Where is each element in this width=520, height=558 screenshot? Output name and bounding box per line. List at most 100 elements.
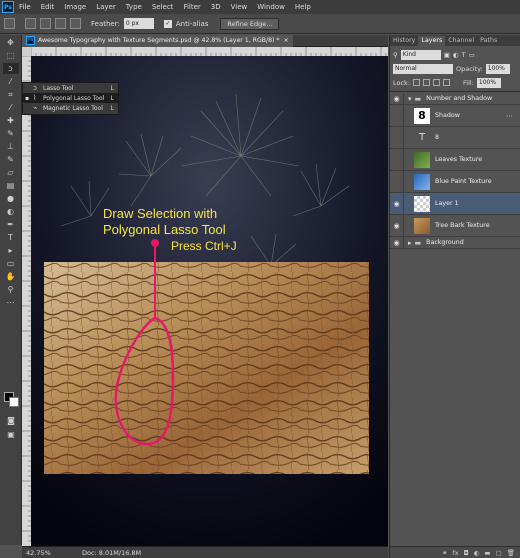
lock-all-icon[interactable] — [443, 79, 451, 86]
filter-adjustment-icon[interactable]: ◐ — [453, 51, 459, 59]
eye-icon[interactable]: ◉ — [390, 237, 404, 248]
blur-tool-icon[interactable]: ● — [3, 193, 19, 204]
pen-tool-icon[interactable]: ✒ — [3, 219, 19, 230]
brush-tool-icon[interactable]: ✎ — [3, 128, 19, 139]
flyout-item-lasso[interactable]: ↄ Lasso Tool L — [23, 83, 118, 93]
type-tool-icon[interactable]: T — [3, 232, 19, 243]
layer-leaves-texture[interactable]: Leaves Texture — [390, 149, 520, 171]
healing-brush-tool-icon[interactable]: ✚ — [3, 115, 19, 126]
more-tools-icon[interactable]: ⋯ — [3, 297, 19, 308]
document-tab[interactable]: Ps Awesome Typography with Texture Segme… — [22, 34, 293, 47]
horizontal-ruler[interactable] — [30, 47, 388, 56]
ruler-ticks — [30, 47, 387, 56]
menu-select[interactable]: Select — [147, 3, 179, 11]
layer-group-background[interactable]: ◉ ▸ ▬ Background — [390, 237, 520, 249]
eye-icon[interactable]: ◉ — [390, 193, 404, 214]
eye-icon[interactable]: ◉ — [390, 215, 404, 236]
antialias-checkbox[interactable]: ✓ — [163, 19, 172, 28]
dodge-tool-icon[interactable]: ◐ — [3, 206, 19, 217]
search-icon: ⚲ — [393, 50, 398, 59]
filter-shape-icon[interactable]: ▭ — [469, 51, 475, 59]
lock-transparency-icon[interactable] — [413, 79, 421, 86]
eye-icon[interactable]: ◉ — [390, 93, 404, 104]
layer-thumbnail — [414, 173, 430, 190]
menu-help[interactable]: Help — [290, 3, 316, 11]
close-icon[interactable]: × — [284, 37, 289, 44]
fill-input[interactable]: 100% — [476, 77, 501, 88]
tab-layers[interactable]: Layers — [418, 36, 446, 46]
move-tool-icon[interactable]: ✥ — [3, 37, 19, 48]
layer-group-number-and-shadow[interactable]: ◉ ▾ ▬ Number and Shadow — [390, 93, 520, 105]
tool-preset-icon[interactable] — [4, 18, 15, 29]
lasso-tool-icon[interactable]: ↄ — [2, 63, 19, 74]
menu-view[interactable]: View — [226, 3, 253, 11]
layer-shadow[interactable]: 8 Shadow ⋯ — [390, 105, 520, 127]
menu-filter[interactable]: Filter — [178, 3, 205, 11]
type-layer-icon: T — [418, 132, 426, 143]
eyedropper-tool-icon[interactable]: ⁄ — [3, 102, 19, 113]
blend-mode-select[interactable]: Normal — [393, 63, 453, 74]
eye-icon[interactable] — [390, 105, 404, 126]
hand-tool-icon[interactable]: ✋ — [3, 271, 19, 282]
link-layers-icon[interactable]: ⚭ — [442, 549, 447, 557]
layer-effects-icon[interactable]: ⋯ — [506, 112, 513, 120]
kind-filter-select[interactable]: Kind — [400, 49, 441, 60]
background-color-swatch[interactable] — [9, 397, 19, 407]
new-group-icon[interactable]: ▬ — [484, 549, 490, 557]
new-selection-icon[interactable] — [25, 18, 36, 29]
document-size-info[interactable]: Doc: 8.01M/16.8M — [50, 549, 141, 557]
history-brush-tool-icon[interactable]: ✎ — [3, 154, 19, 165]
feather-input[interactable]: 0 px — [123, 18, 154, 29]
eye-icon[interactable] — [390, 171, 404, 192]
lock-pixels-icon[interactable] — [423, 79, 431, 86]
tab-history[interactable]: History — [390, 36, 418, 46]
layer-blue-paint-texture[interactable]: Blue Paint Texture — [390, 171, 520, 193]
tab-paths[interactable]: Paths — [477, 36, 500, 46]
menu-edit[interactable]: Edit — [36, 3, 60, 11]
add-style-icon[interactable]: fx — [452, 549, 458, 557]
refine-edge-button[interactable]: Refine Edge... — [220, 17, 280, 30]
eye-icon[interactable] — [390, 127, 404, 148]
menu-3d[interactable]: 3D — [206, 3, 226, 11]
shape-tool-icon[interactable]: ▭ — [3, 258, 19, 269]
expand-arrow-icon[interactable]: ▾ — [408, 95, 412, 103]
subtract-selection-icon[interactable] — [55, 18, 66, 29]
clone-stamp-tool-icon[interactable]: ⊥ — [3, 141, 19, 152]
menu-window[interactable]: Window — [252, 3, 290, 11]
eraser-tool-icon[interactable]: ▱ — [3, 167, 19, 178]
ruler-corner[interactable] — [22, 47, 31, 56]
eye-icon[interactable] — [390, 149, 404, 170]
layer-layer-1[interactable]: ◉ Layer 1 — [390, 193, 520, 215]
vertical-ruler[interactable] — [22, 55, 31, 546]
marquee-tool-icon[interactable]: ⬚ — [3, 50, 19, 61]
new-layer-icon[interactable]: ▢ — [496, 549, 502, 557]
add-selection-icon[interactable] — [40, 18, 51, 29]
quick-selection-tool-icon[interactable]: ⁄ — [3, 76, 19, 87]
collapse-arrow-icon[interactable]: ▸ — [408, 239, 412, 247]
canvas[interactable]: Draw Selection with Polygonal Lasso Tool… — [31, 56, 388, 546]
layer-text-8[interactable]: T 8 — [390, 127, 520, 149]
add-mask-icon[interactable]: ◘ — [464, 549, 469, 557]
tab-channels[interactable]: Channel — [445, 36, 477, 46]
intersect-selection-icon[interactable] — [70, 18, 81, 29]
menu-layer[interactable]: Layer — [91, 3, 121, 11]
menu-type[interactable]: Type — [121, 3, 147, 11]
quick-mask-icon[interactable]: ◙ — [3, 415, 19, 426]
gradient-tool-icon[interactable]: ▤ — [3, 180, 19, 191]
filter-type-icon[interactable]: T — [462, 51, 466, 59]
filter-pixel-icon[interactable]: ▣ — [444, 51, 450, 59]
zoom-level[interactable]: 42.75% — [22, 549, 51, 557]
menu-file[interactable]: File — [14, 3, 36, 11]
lock-position-icon[interactable] — [433, 79, 441, 86]
trash-icon[interactable]: 🗑 — [507, 549, 515, 557]
crop-tool-icon[interactable]: ⌗ — [3, 89, 19, 100]
path-selection-tool-icon[interactable]: ▸ — [3, 245, 19, 256]
zoom-tool-icon[interactable]: ⚲ — [3, 284, 19, 295]
adjustment-layer-icon[interactable]: ◐ — [474, 549, 480, 557]
flyout-item-polygonal-lasso[interactable]: ▪ ⌇ Polygonal Lasso Tool L — [23, 93, 118, 103]
menu-image[interactable]: Image — [59, 3, 91, 11]
screen-mode-icon[interactable]: ▣ — [3, 429, 19, 440]
flyout-item-magnetic-lasso[interactable]: ⌁ Magnetic Lasso Tool L — [23, 103, 118, 113]
opacity-input[interactable]: 100% — [485, 63, 510, 74]
layer-tree-bark-texture[interactable]: ◉ Tree Bark Texture — [390, 215, 520, 237]
